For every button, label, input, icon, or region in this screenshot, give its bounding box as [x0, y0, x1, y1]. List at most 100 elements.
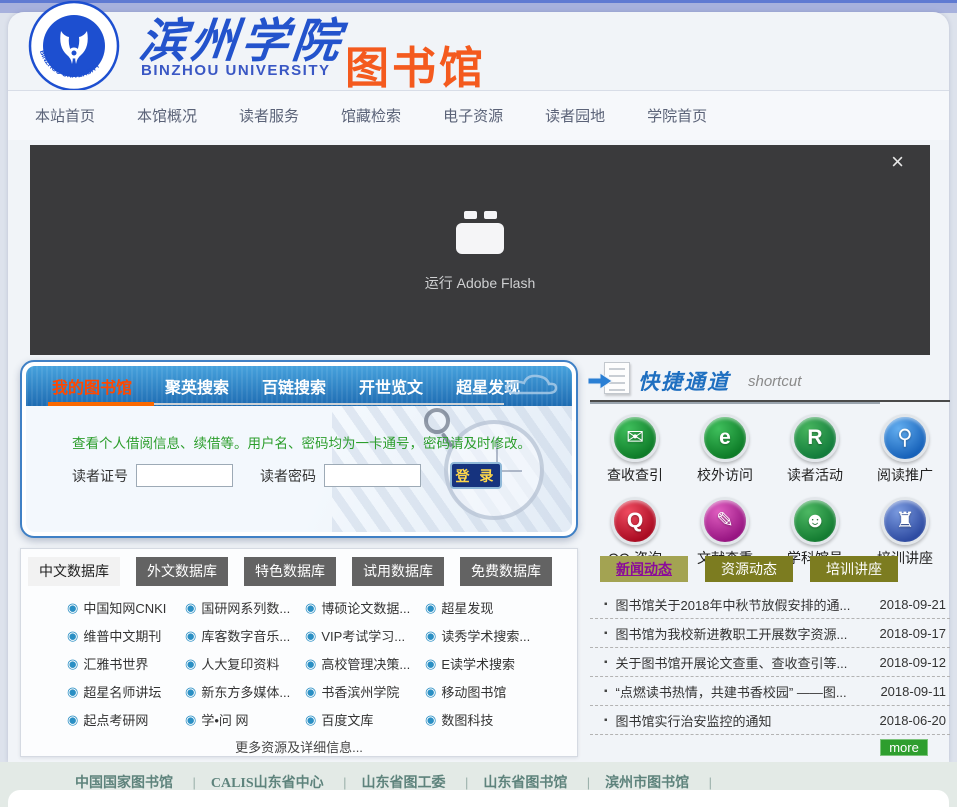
db-link[interactable]: ◉ 数图科技 [425, 710, 545, 729]
db-link[interactable]: ◉ 人大复印资料 [185, 654, 305, 673]
news-item[interactable]: ▪ 图书馆实行治安监控的通知 2018-06-20 [590, 706, 950, 735]
db-bullet-icon: ◉ [185, 684, 196, 700]
nav-item[interactable]: 本站首页 [35, 105, 95, 126]
nav-item[interactable]: 学院首页 [647, 105, 707, 126]
shortcut-item[interactable]: ✉ 查收查引 [590, 414, 680, 485]
db-link[interactable]: ◉ 汇雅书世界 [67, 654, 185, 673]
shortcut-panel: 快捷通道 shortcut ✉ 查收查引 e 校外访问 R 读者活动 ⚲ 阅读推… [590, 360, 950, 546]
university-logo[interactable]: BINZHOU UNIVERSITY [28, 1, 120, 92]
db-bullet-icon: ◉ [185, 712, 196, 728]
db-link[interactable]: ◉ 中国知网CNKI [67, 598, 185, 617]
footer-link[interactable]: 山东省图工委 [361, 776, 445, 791]
magnifier-decoration [424, 408, 450, 434]
db-bullet-icon: ◉ [67, 684, 78, 700]
db-link[interactable]: ◉ 移动图书馆 [425, 682, 545, 701]
footer-links: 中国国家图书馆 | CALIS山东省中心 | 山东省图工委 | 山东省图书馆 |… [0, 762, 957, 792]
db-bullet-icon: ◉ [305, 600, 316, 616]
news-item[interactable]: ▪ 图书馆为我校新进教职工开展数字资源... 2018-09-17 [590, 619, 950, 648]
db-link[interactable]: ◉ 百度文库 [305, 710, 425, 729]
footer-bottom-card [8, 790, 949, 807]
news-tab[interactable]: 资源动态 [705, 556, 793, 582]
db-bullet-icon: ◉ [185, 628, 196, 644]
news-item[interactable]: ▪ 图书馆关于2018年中秋节放假安排的通... 2018-09-21 [590, 590, 950, 619]
login-button[interactable]: 登 录 [450, 462, 502, 489]
db-tab[interactable]: 试用数据库 [352, 557, 444, 586]
tabbar-line [154, 403, 504, 405]
db-link[interactable]: ◉ E读学术搜索 [425, 654, 545, 673]
nav-item[interactable]: 读者园地 [545, 105, 605, 126]
footer-link[interactable]: 滨州市图书馆 [605, 776, 689, 791]
db-link[interactable]: ◉ 库客数字音乐... [185, 626, 305, 645]
news-title: 图书馆关于2018年中秋节放假安排的通... [616, 595, 880, 614]
footer-separator: | [465, 775, 468, 790]
db-link[interactable]: ◉ 国研网系列数... [185, 598, 305, 617]
db-link[interactable]: ◉ 博硕论文数据... [305, 598, 425, 617]
news-date: 2018-09-21 [880, 597, 947, 612]
news-date: 2018-06-20 [880, 713, 947, 728]
reader-id-input[interactable] [136, 464, 233, 487]
news-bullet-icon: ▪ [604, 599, 608, 610]
db-tab[interactable]: 中文数据库 [28, 557, 120, 586]
nav-item[interactable]: 馆藏检索 [341, 105, 401, 126]
db-bullet-icon: ◉ [185, 656, 196, 672]
shortcut-item[interactable]: e 校外访问 [680, 414, 770, 485]
login-tabbar: 我的图书馆聚英搜索百链搜索开世览文超星发现 [26, 366, 572, 406]
nav-item[interactable]: 读者服务 [239, 105, 299, 126]
db-bullet-icon: ◉ [305, 684, 316, 700]
db-link[interactable]: ◉ 读秀学术搜索... [425, 626, 545, 645]
university-logo-emblem: BINZHOU UNIVERSITY [28, 1, 120, 92]
db-tab[interactable]: 免费数据库 [460, 557, 552, 586]
login-body: 查看个人借阅信息、续借等。用户名、密码均为一卡通号，密码请及时修改。 读者证号 … [26, 406, 572, 532]
db-link[interactable]: ◉ 新东方多媒体... [185, 682, 305, 701]
reader-password-input[interactable] [324, 464, 421, 487]
shortcut-title-en: shortcut [748, 373, 801, 390]
news-item[interactable]: ▪ “点燃读书热情，共建书香校园” ——图... 2018-09-11 [590, 677, 950, 706]
db-tab[interactable]: 特色数据库 [244, 557, 336, 586]
login-tab[interactable]: 聚英搜索 [165, 374, 229, 398]
login-tab[interactable]: 我的图书馆 [52, 374, 132, 398]
footer-link[interactable]: CALIS山东省中心 [211, 776, 324, 791]
flash-banner-placeholder[interactable]: × 运行 Adobe Flash [30, 145, 930, 355]
login-form: 读者证号 读者密码 登 录 [72, 462, 502, 489]
shortcut-label: 读者活动 [770, 465, 860, 485]
db-link[interactable]: ◉ 超星发现 [425, 598, 545, 617]
close-icon[interactable]: × [891, 151, 904, 173]
shortcut-title-zh: 快捷通道 [638, 366, 730, 396]
db-link[interactable]: ◉ 维普中文期刊 [67, 626, 185, 645]
db-link[interactable]: ◉ 起点考研网 [67, 710, 185, 729]
db-link[interactable]: ◉ 学•问 网 [185, 710, 305, 729]
news-panel: 新闻动态资源动态培训讲座 ▪ 图书馆关于2018年中秋节放假安排的通... 20… [590, 548, 950, 760]
flash-plugin-icon [456, 211, 504, 254]
shortcut-item[interactable]: R 读者活动 [770, 414, 860, 485]
footer-separator: | [192, 775, 195, 790]
university-name-en: BINZHOU UNIVERSITY [141, 62, 331, 79]
news-tab[interactable]: 培训讲座 [810, 556, 898, 582]
news-more-button[interactable]: more [880, 739, 928, 756]
db-bullet-icon: ◉ [67, 600, 78, 616]
subject-librarian-icon: ☻ [791, 497, 839, 545]
login-tab[interactable]: 开世览文 [359, 374, 423, 398]
database-links: ◉ 中国知网CNKI ◉ 国研网系列数... ◉ 博硕论文数据... ◉ 超星发… [67, 598, 577, 729]
news-bullet-icon: ▪ [604, 715, 608, 726]
db-link[interactable]: ◉ 书香滨州学院 [305, 682, 425, 701]
db-link[interactable]: ◉ 高校管理决策... [305, 654, 425, 673]
shortcut-item[interactable]: ⚲ 阅读推广 [860, 414, 950, 485]
db-link[interactable]: ◉ 超星名师讲坛 [67, 682, 185, 701]
more-resources-link[interactable]: 更多资源及详细信息... [21, 737, 577, 756]
shortcut-label: 查收查引 [590, 465, 680, 485]
db-bullet-icon: ◉ [67, 628, 78, 644]
reader-activity-icon: R [791, 414, 839, 462]
footer-link[interactable]: 山东省图书馆 [483, 776, 567, 791]
footer-link[interactable]: 中国国家图书馆 [75, 776, 173, 791]
login-tab[interactable]: 百链搜索 [262, 374, 326, 398]
db-link[interactable]: ◉ VIP考试学习... [305, 626, 425, 645]
news-title: 图书馆实行治安监控的通知 [616, 711, 880, 730]
nav-item[interactable]: 电子资源 [443, 105, 503, 126]
news-item[interactable]: ▪ 关于图书馆开展论文查重、查收查引等... 2018-09-12 [590, 648, 950, 677]
footer-separator: | [587, 775, 590, 790]
nav-item[interactable]: 本馆概况 [137, 105, 197, 126]
news-bullet-icon: ▪ [604, 657, 608, 668]
db-bullet-icon: ◉ [425, 684, 436, 700]
db-tab[interactable]: 外文数据库 [136, 557, 228, 586]
news-tab[interactable]: 新闻动态 [600, 556, 688, 582]
